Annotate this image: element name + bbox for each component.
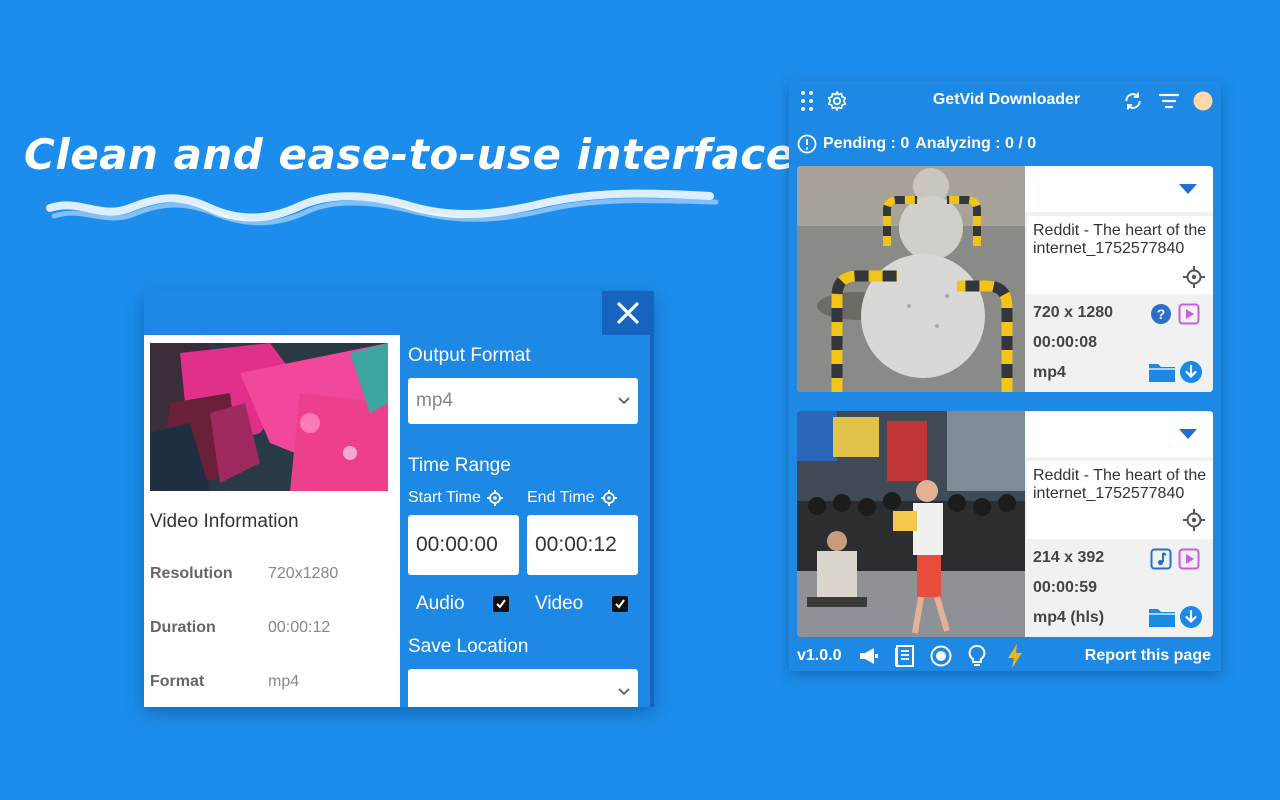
video-preview-image [150,343,388,491]
version-label: v1.0.0 [797,647,842,664]
end-time-text: End Time [527,489,595,506]
check-icon [496,599,506,609]
caret-down-icon [1179,184,1197,194]
save-location-label: Save Location [408,636,529,657]
start-time-text: Start Time [408,489,481,506]
chevron-down-icon [618,397,630,405]
play-icon[interactable] [1177,302,1201,326]
time-range-label: Time Range [408,455,511,476]
popup-title: GetVid Downloader [932,91,1081,108]
audio-label: Audio [416,593,465,614]
document-icon[interactable] [893,644,917,668]
caret-down-icon [1179,429,1197,439]
save-location-select[interactable] [408,669,638,707]
info-value: 720x1280 [268,565,339,582]
download-icon[interactable] [1179,605,1203,629]
info-value: mp4 [268,673,300,690]
folder-icon[interactable] [1147,605,1177,629]
video-card: Reddit - The heart of the internet_17525… [797,166,1213,392]
brush-underline-decoration [46,189,719,226]
analyzing-count: Analyzing : 0 / 0 [915,135,1037,152]
start-time-input[interactable]: 00:00:00 [408,515,519,575]
video-label: Video [535,593,584,614]
video-title: Reddit - The heart of the internet_17525… [1033,467,1207,502]
video-card: Reddit - The heart of the internet_17525… [797,411,1213,637]
dialog-topbar [144,291,654,335]
end-time-input[interactable]: 00:00:12 [527,515,638,575]
video-format: mp4 [1033,364,1066,381]
scrollbar[interactable] [650,335,654,707]
filter-icon[interactable] [1155,87,1183,115]
drag-handle-icon[interactable] [793,87,821,115]
conversion-settings-panel: Output Format mp4 Time Range Start Time … [400,335,654,707]
folder-icon[interactable] [1147,360,1177,384]
chevron-down-icon [618,688,630,696]
pending-count: Pending : 0 [823,135,910,152]
converter-dialog: Video Information Resolution 720x1280 Du… [144,291,654,707]
video-thumbnail[interactable] [797,411,1025,637]
play-icon[interactable] [1177,547,1201,571]
video-card-details: Reddit - The heart of the internet_17525… [1025,166,1213,392]
locate-icon[interactable] [1183,509,1205,531]
getvid-popup: GetVid Downloader Pending : 0 Analyzing … [789,81,1221,671]
music-note-icon[interactable] [1149,547,1173,571]
status-bar: Pending : 0 Analyzing : 0 / 0 [797,133,1036,155]
crosshair-icon[interactable] [600,490,617,506]
svg-text:?: ? [1157,306,1166,322]
lightning-bolt-icon[interactable] [1003,644,1027,668]
popup-footer: v1.0.0 Report this page [789,641,1221,671]
headline: Clean and ease-to-use interface [24,130,795,179]
info-label: Resolution [150,565,233,582]
video-thumbnail[interactable] [797,166,1025,392]
video-info-title: Video Information [150,511,299,532]
info-label: Format [150,673,205,690]
megaphone-icon[interactable] [857,644,881,668]
video-resolution: 214 x 392 [1033,549,1105,566]
end-time-label: End Time [527,489,617,507]
check-icon [615,599,625,609]
lightbulb-icon[interactable] [965,644,989,668]
popup-header: GetVid Downloader [789,81,1221,121]
quality-dropdown[interactable] [1025,166,1213,212]
close-button[interactable] [602,291,654,335]
video-resolution: 720 x 1280 [1033,304,1114,321]
locate-icon[interactable] [1183,266,1205,288]
video-info-panel: Video Information Resolution 720x1280 Du… [144,335,400,707]
audio-checkbox[interactable] [493,596,509,612]
info-label: Duration [150,619,216,636]
close-icon [617,302,639,324]
crosshair-icon[interactable] [486,490,503,506]
download-icon[interactable] [1179,360,1203,384]
video-checkbox[interactable] [612,596,628,612]
video-title: Reddit - The heart of the internet_17525… [1033,222,1207,257]
video-duration: 00:00:08 [1033,334,1098,351]
video-format: mp4 (hls) [1033,609,1105,626]
output-format-select[interactable]: mp4 [408,378,638,424]
video-duration: 00:00:59 [1033,579,1098,596]
record-icon[interactable] [929,644,953,668]
report-page-link[interactable]: Report this page [1085,647,1211,665]
info-circle-icon [797,134,817,154]
output-format-value: mp4 [416,390,453,411]
status-dot-icon[interactable] [1189,87,1217,115]
help-icon[interactable]: ? [1149,302,1173,326]
info-value: 00:00:12 [268,619,331,636]
gear-icon[interactable] [823,87,851,115]
quality-dropdown[interactable] [1025,411,1213,457]
output-format-label: Output Format [408,345,531,366]
start-time-label: Start Time [408,489,503,507]
refresh-icon[interactable] [1119,87,1147,115]
video-card-details: Reddit - The heart of the internet_17525… [1025,411,1213,637]
